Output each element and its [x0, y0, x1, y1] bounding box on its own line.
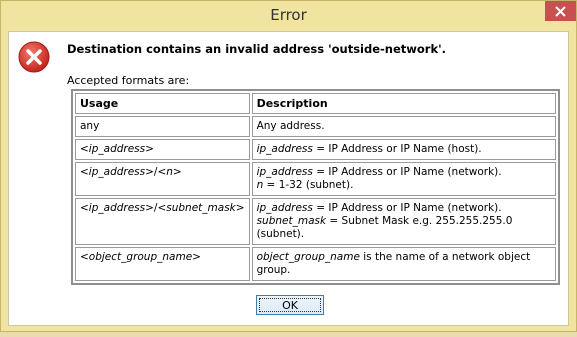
- usage-term: <object_group_name>: [80, 251, 201, 263]
- description-term: ip_address: [256, 143, 313, 155]
- error-message: Destination contains an invalid address …: [67, 42, 447, 56]
- error-dialog: Error Destination contains an invalid ad…: [0, 0, 577, 332]
- description-cell: ip_address = IP Address or IP Name (host…: [251, 139, 556, 160]
- window-title: Error: [270, 6, 307, 24]
- description-line: n = 1-32 (subnet).: [257, 179, 551, 192]
- description-text: = 1-32 (subnet).: [263, 179, 354, 191]
- title-bar[interactable]: Error: [1, 1, 576, 30]
- description-cell: Any address.: [251, 116, 556, 137]
- description-term: ip_address: [256, 166, 313, 178]
- usage-cell: <ip_address>/<subnet_mask>: [75, 198, 250, 245]
- ok-button[interactable]: OK: [256, 295, 324, 315]
- usage-term: <ip_address>: [80, 166, 154, 178]
- usage-cell: <ip_address>: [75, 139, 250, 160]
- usage-cell: <ip_address>/<n>: [75, 162, 250, 196]
- table-row: <ip_address>/<n> ip_address = IP Address…: [75, 162, 556, 196]
- description-text: = IP Address or IP Name (network).: [312, 166, 502, 178]
- close-button[interactable]: [545, 1, 576, 21]
- description-line: ip_address = IP Address or IP Name (netw…: [257, 166, 551, 179]
- usage-term: <subnet_mask>: [157, 202, 245, 214]
- description-term: object_group_name: [256, 251, 360, 263]
- dialog-content: Destination contains an invalid address …: [8, 31, 569, 326]
- usage-cell: any: [75, 116, 250, 137]
- usage-cell: <object_group_name>: [75, 247, 250, 281]
- description-cell: object_group_name is the name of a netwo…: [251, 247, 556, 281]
- usage-term: <n>: [157, 166, 182, 178]
- description-cell: ip_address = IP Address or IP Name (netw…: [251, 198, 556, 245]
- table-header-row: Usage Description: [75, 93, 556, 114]
- description-cell: ip_address = IP Address or IP Name (netw…: [251, 162, 556, 196]
- usage-term: <ip_address>: [80, 202, 154, 214]
- description-line: subnet_mask = Subnet Mask e.g. 255.255.2…: [257, 215, 551, 241]
- table-row: <ip_address> ip_address = IP Address or …: [75, 139, 556, 160]
- description-line: ip_address = IP Address or IP Name (netw…: [257, 202, 551, 215]
- usage-header: Usage: [75, 93, 250, 114]
- description-term: subnet_mask: [256, 215, 327, 227]
- error-icon: [18, 41, 50, 73]
- description-text: = IP Address or IP Name (host).: [312, 143, 482, 155]
- description-header: Description: [251, 93, 556, 114]
- table-row: <ip_address>/<subnet_mask> ip_address = …: [75, 198, 556, 245]
- accepted-formats-label: Accepted formats are:: [67, 74, 190, 87]
- formats-table: Usage Description any Any address. <ip_a…: [71, 89, 560, 285]
- description-term: ip_address: [256, 202, 313, 214]
- table-row: <object_group_name> object_group_name is…: [75, 247, 556, 281]
- description-text: = IP Address or IP Name (network).: [312, 202, 502, 214]
- table-row: any Any address.: [75, 116, 556, 137]
- usage-term: <ip_address>: [80, 143, 154, 155]
- close-icon: [555, 5, 566, 17]
